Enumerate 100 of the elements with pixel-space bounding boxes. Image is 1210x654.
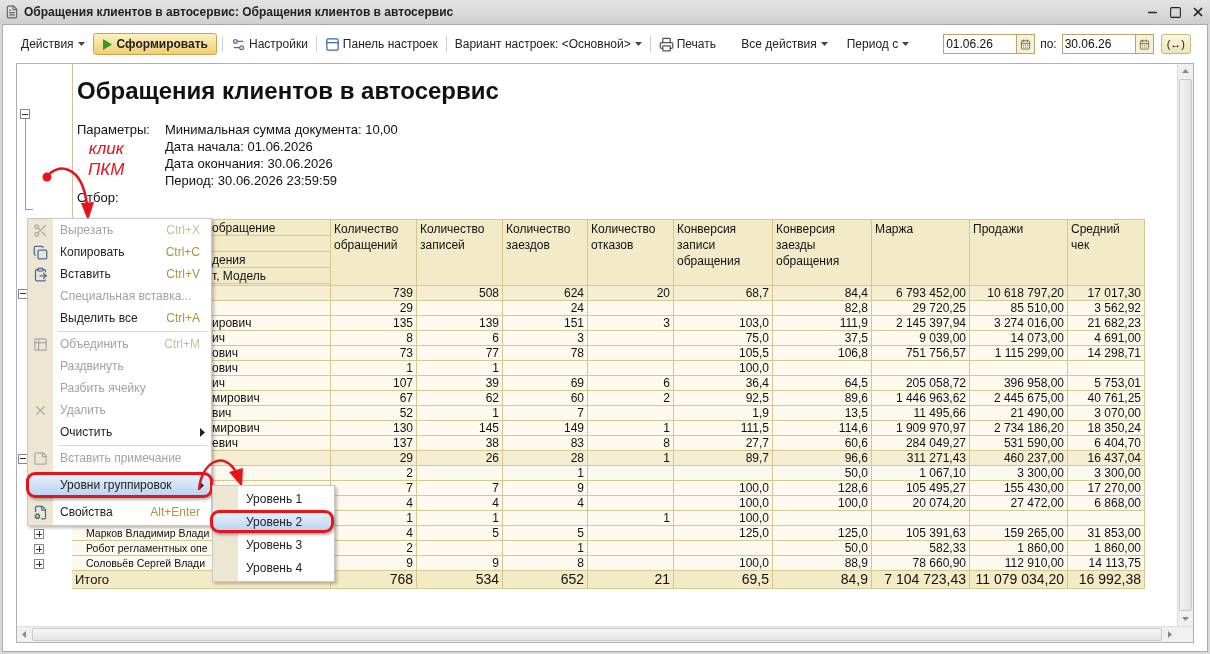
table-cell: 751 756,57: [872, 346, 970, 361]
table-cell: 10 618 797,20: [970, 286, 1068, 301]
menu-item-icon: [33, 504, 48, 520]
menu-item-icon: [33, 266, 48, 282]
table-cell: 9 039,00: [872, 331, 970, 346]
horizontal-scrollbar[interactable]: [17, 626, 1193, 642]
table-cell: 311 271,43: [872, 451, 970, 466]
table-cell: 3: [588, 316, 674, 331]
menu-item[interactable]: Уровни группировок: [26, 472, 213, 498]
table-cell: 1: [503, 541, 588, 556]
column-header: Конверсия записи обращения: [674, 219, 773, 286]
table-cell: 29 720,25: [872, 301, 970, 316]
table-cell: 100,0: [674, 481, 773, 496]
total-cell: 11 079 034,20: [970, 571, 1068, 589]
column-header: Количество обращений: [331, 219, 417, 286]
submenu-item[interactable]: Уровень 1: [213, 487, 334, 510]
table-cell: 3: [503, 331, 588, 346]
parameters-label: Параметры:: [77, 121, 151, 138]
menu-button[interactable]: Действия: [18, 33, 88, 55]
table-cell: 1 860,00: [1068, 541, 1145, 556]
period-button[interactable]: (↔): [1160, 34, 1191, 54]
table-cell: 77: [417, 346, 503, 361]
total-cell: 652: [503, 571, 588, 589]
settings-panel-button[interactable]: Панель настроек: [321, 33, 441, 55]
calendar-icon: [1020, 38, 1032, 50]
table-cell: 73: [331, 346, 417, 361]
play-icon: [101, 38, 112, 50]
generate-button[interactable]: Сформировать: [92, 33, 217, 55]
column-header: Количество записей: [417, 219, 503, 286]
caret-icon: [77, 42, 85, 46]
table-cell: 1,9: [674, 406, 773, 421]
table-cell: 89,6: [773, 391, 872, 406]
table-cell: 1: [588, 451, 674, 466]
menu-button[interactable]: Все действия: [738, 33, 831, 55]
caret-icon: [902, 42, 910, 46]
expand-icon[interactable]: [34, 543, 44, 554]
menu-button[interactable]: Вариант настроек: <Основной>: [451, 33, 645, 55]
table-cell: 145: [417, 421, 503, 436]
menu-item-icon: [33, 222, 48, 238]
table-cell: 29: [331, 451, 417, 466]
table-cell: 105 495,27: [872, 481, 970, 496]
submenu-item[interactable]: Уровень 2: [210, 510, 334, 533]
menu-button[interactable]: Период с: [843, 33, 913, 55]
calendar-icon: [1138, 38, 1150, 50]
table-cell: 111,9: [773, 316, 872, 331]
table-cell: 139: [417, 316, 503, 331]
table-cell: 75,0: [674, 331, 773, 346]
settings-button[interactable]: Настройки: [228, 33, 311, 55]
shortcut-text: Ctrl+V: [166, 266, 200, 283]
calendar-button[interactable]: [1017, 34, 1036, 54]
table-cell: 2 145 397,94: [872, 316, 970, 331]
table-cell: 50,0: [773, 466, 872, 481]
table-cell: 2 445 675,00: [970, 391, 1068, 406]
total-cell: 69,5: [674, 571, 773, 589]
table-cell: 7: [417, 481, 503, 496]
table-cell: 82,8: [773, 301, 872, 316]
table-cell: 40 761,25: [1068, 391, 1145, 406]
maximize-icon[interactable]: [1169, 5, 1182, 19]
close-icon[interactable]: [1191, 5, 1205, 19]
table-cell: 14 298,71: [1068, 346, 1145, 361]
collapse-icon[interactable]: [20, 109, 30, 119]
table-cell: 78: [503, 346, 588, 361]
total-cell: 534: [417, 571, 503, 589]
table-cell: 6 868,00: [1068, 496, 1145, 511]
table-cell: 5 753,01: [1068, 376, 1145, 391]
date-field[interactable]: 30.06.26: [1061, 34, 1136, 54]
table-cell: 1: [417, 406, 503, 421]
column-header: Маржа: [872, 219, 970, 286]
total-cell: 768: [331, 571, 417, 589]
table-cell: 151: [503, 316, 588, 331]
column-header: Продажи: [970, 219, 1068, 286]
expand-icon[interactable]: [34, 528, 44, 539]
table-cell: 8: [588, 436, 674, 451]
date-field[interactable]: 01.06.26: [943, 34, 1018, 54]
expand-icon[interactable]: [34, 558, 44, 569]
table-cell: 1 115 299,00: [970, 346, 1068, 361]
table-cell: 135: [331, 316, 417, 331]
parameter-text: Дата окончания: 30.06.2026: [165, 155, 334, 172]
table-cell: 17 017,30: [1068, 286, 1145, 301]
table-cell: 88,9: [773, 556, 872, 571]
table-cell: 3 562,92: [1068, 301, 1145, 316]
table-cell: 1: [417, 511, 503, 526]
table-cell: 6 793 452,00: [872, 286, 970, 301]
table-cell: 3 070,00: [1068, 406, 1145, 421]
table-cell: 28: [503, 451, 588, 466]
print-button[interactable]: Печать: [655, 33, 719, 55]
table-cell: 1 446 963,62: [872, 391, 970, 406]
table-cell: 39: [417, 376, 503, 391]
table-cell: 5: [503, 526, 588, 541]
table-cell: 4: [417, 496, 503, 511]
vertical-scrollbar[interactable]: [1177, 64, 1193, 626]
table-cell: 29: [331, 301, 417, 316]
table-cell: 67: [331, 391, 417, 406]
table-cell: 84,4: [773, 286, 872, 301]
table-cell: 89,7: [674, 451, 773, 466]
table-cell: 159 265,00: [970, 526, 1068, 541]
table-cell: 92,5: [674, 391, 773, 406]
menu-item[interactable]: Свойства Alt+Enter: [28, 501, 211, 523]
table-cell: 2: [588, 391, 674, 406]
table-cell: 3 300,00: [1068, 466, 1145, 481]
